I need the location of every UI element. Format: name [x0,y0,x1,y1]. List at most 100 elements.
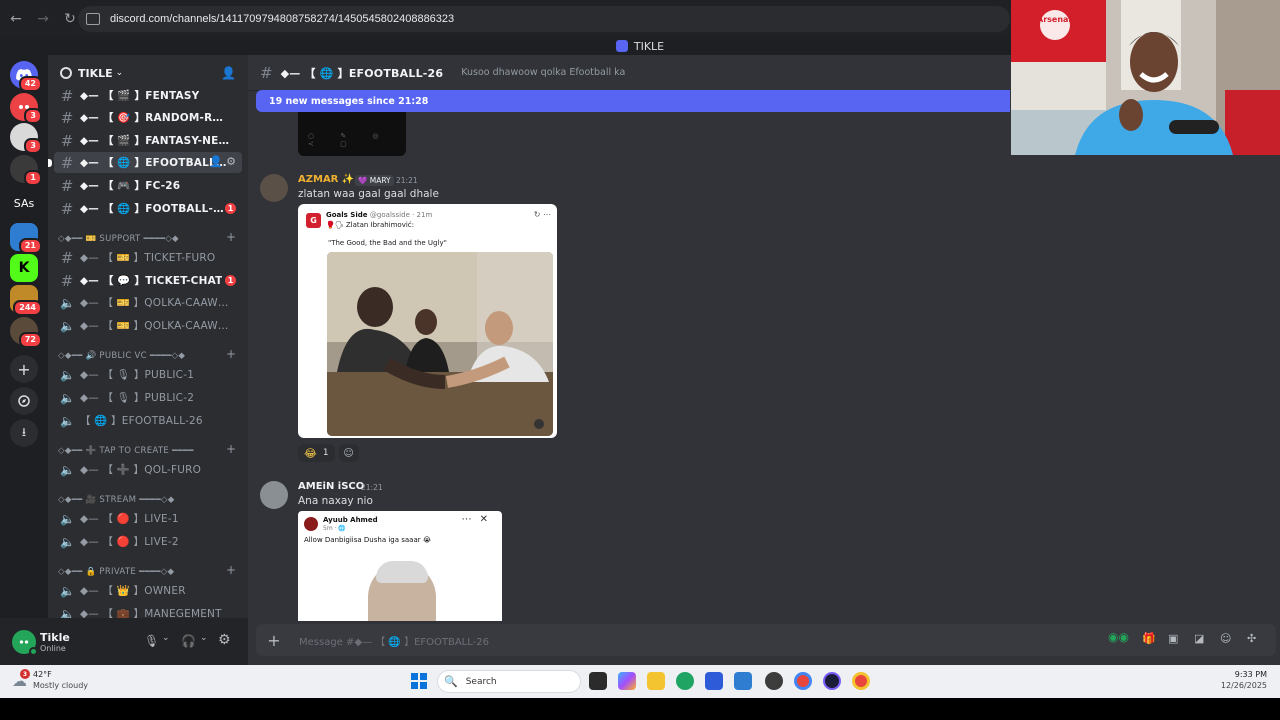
file-explorer-icon[interactable] [647,672,665,690]
chrome-profile-icon[interactable] [852,672,870,690]
emoji-icon[interactable]: ☺ [1220,632,1231,645]
tweet-photo[interactable] [327,252,553,436]
category-private[interactable]: ◇◆━━ 🔒 PRIVATE ━━━━◇◆ + [58,563,244,579]
edge-browser-icon[interactable] [676,672,694,690]
reaction-laugh[interactable]: 😂 1 [298,444,335,462]
server-button[interactable]: 72 [10,317,42,348]
facebook-post-embed[interactable]: Ayuub Ahmed 5m · 🌐 ⋯✕ Allow Danbigiisa D… [298,511,502,621]
server-badge: 42 [18,76,42,92]
category-stream[interactable]: ◇◆━━ 🎥 STREAM ━━━━◇◆ [58,493,244,507]
weather-condition[interactable]: Mostly cloudy [33,681,88,690]
new-messages-banner[interactable]: 19 new messages since 21:28 [256,90,1010,112]
app-icon[interactable] [765,672,783,690]
voice-channel-efootball[interactable]: 🔈 【 🌐 】EFOOTBALL-26 [54,410,242,431]
taskbar-search[interactable]: 🔍 Search [437,670,581,693]
user-info[interactable]: Tikle Online [40,631,70,653]
server-button[interactable]: SAs [10,189,38,217]
server-button[interactable]: 1 [10,155,42,186]
app-launcher-icon[interactable]: ✣ [1247,632,1256,645]
voice-channel-management[interactable]: 🔈 ◆— 【 💼 】MANEGEMENT [54,603,242,619]
invite-people-icon[interactable]: 👤 [221,66,236,80]
channel-ticket-chat[interactable]: # ◆— 【 💬 】TICKET-CHAT 1 [54,270,242,291]
channel-topic[interactable]: Kusoo dhawoow qolka Efootball ka [461,67,625,78]
site-settings-icon[interactable] [86,13,100,25]
voice-channel-qolka-2[interactable]: 🔈 ◆— 【 🎫 】QOLKA-CAAWINT... [54,315,242,336]
more-icon[interactable]: ↻ ⋯ [534,210,551,219]
headphones-icon[interactable]: 🎧 [181,634,196,648]
address-bar[interactable]: discord.com/channels/1411709794808758274… [78,6,1010,32]
back-arrow-icon[interactable]: ← [4,7,28,31]
server-button[interactable]: K [10,254,38,282]
microphone-icon[interactable]: 🎙 [144,634,159,648]
upload-plus-icon[interactable]: + [265,631,283,650]
add-server-button[interactable]: + [10,355,38,383]
channel-fantasy-news[interactable]: # ◆— 【 🎬 】FANTASY-NEWS [54,130,242,151]
message-author[interactable]: AZMAR ✨ [298,174,354,185]
clock-time[interactable]: 9:33 PM [1235,670,1267,679]
close-icon[interactable]: ⋯✕ [462,514,496,525]
add-channel-icon[interactable]: + [226,442,236,456]
weather-temperature[interactable]: 42°F [33,670,52,679]
sticker-icon[interactable]: ◪ [1194,632,1204,645]
voice-channel-owner[interactable]: 🔈 ◆— 【 👑 】OWNER [54,580,242,601]
channel-fantasy[interactable]: # ◆— 【 🎬 】FENTASY [54,85,242,106]
server-folder[interactable]: 244 [10,285,42,316]
previous-embed[interactable]: ○ ✎ ◎ ≺ ▢ [298,112,406,156]
chevron-down-icon[interactable]: ⌄ [162,633,170,643]
hash-icon: # [60,86,74,105]
obs-icon[interactable] [823,672,841,690]
tweet-embed[interactable]: G Goals Side @goalsside · 21m 🥊🗣 Zlatan … [298,204,557,438]
voice-channel-public-2[interactable]: 🔈 ◆— 【 🎙 】PUBLIC-2 [54,387,242,408]
chevron-down-icon[interactable]: ⌄ [200,633,208,643]
voice-channel-qol-furo[interactable]: 🔈 ◆— 【 ➕ 】QOL-FURO [54,459,242,480]
clock-date[interactable]: 12/26/2025 [1221,681,1267,690]
speaker-icon: 🔈 [60,534,75,549]
avatar[interactable] [12,629,38,656]
reaction-count: 1 [322,448,329,458]
server-button[interactable]: 3 [10,123,42,154]
category-public-vc[interactable]: ◇◆━━ 🔊 PUBLIC VC ━━━━◇◆ + [58,347,244,363]
channel-random-reactions[interactable]: # ◆— 【 🎯 】RANDOM-REACTI... [54,107,242,128]
channel-name: ◆— 【 🎬 】FENTASY [80,90,200,102]
channel-ticket-furo[interactable]: # ◆— 【 🎫 】TICKET-FURO [54,247,242,268]
copilot-icon[interactable] [618,672,636,690]
voice-channel-live-1[interactable]: 🔈 ◆— 【 🔴 】LIVE-1 [54,508,242,529]
avatar[interactable] [260,174,288,202]
start-icon[interactable] [410,672,428,690]
channel-efootball-26[interactable]: # ◆— 【 🌐 】EFOOTBALL-26 👤 ⚙ [48,152,242,173]
mention-badge: 1 [225,203,236,214]
gif-icon[interactable]: ▣ [1168,632,1178,645]
voice-channel-qolka-1[interactable]: 🔈 ◆— 【 🎫 】QOLKA-CAAWINT... [54,292,242,313]
channel-football-news[interactable]: # ◆— 【 🌐 】FOOTBALL-NEWS 1 [54,198,242,219]
avatar[interactable] [260,481,288,509]
server-label: K [18,260,30,276]
task-view-icon[interactable] [589,672,607,690]
forward-arrow-icon[interactable]: → [31,7,55,31]
channel-fc-26[interactable]: # ◆— 【 🎮 】FC-26 [54,175,242,196]
add-reaction-icon[interactable]: ☺ [338,444,359,462]
download-apps-button[interactable]: ⭳ [10,419,38,447]
server-button[interactable]: 21 [10,223,42,254]
gear-icon[interactable]: ⚙ [218,632,231,648]
speaker-icon: 🔈 [60,413,75,428]
channel-settings-icon[interactable]: 👤 ⚙ [209,155,236,168]
discover-button[interactable] [10,387,38,415]
chrome-icon[interactable] [794,672,812,690]
windows-logo-icon [411,673,427,689]
mail-icon[interactable] [734,672,752,690]
store-icon[interactable] [705,672,723,690]
role-tag[interactable]: 💜 MARY [355,175,394,186]
category-support[interactable]: ◇◆━━ 🎫 SUPPORT ━━━━◇◆ + [58,230,244,246]
server-button[interactable]: 3 [10,93,42,124]
message-author[interactable]: AMEiN iSCO [298,481,364,492]
gift-icon[interactable]: 🎁 [1142,632,1156,645]
voice-channel-public-1[interactable]: 🔈 ◆— 【 🎙 】PUBLIC-1 [54,364,242,385]
add-channel-icon[interactable]: + [226,230,236,244]
discord-home-button[interactable]: 42 [10,61,42,92]
add-channel-icon[interactable]: + [226,563,236,577]
message-composer[interactable]: + Message #◆— 【 🌐 】EFOOTBALL-26 ◉◉ 🎁 ▣ ◪… [256,624,1276,656]
apps-icon[interactable]: ◉◉ [1108,630,1129,644]
voice-channel-live-2[interactable]: 🔈 ◆— 【 🔴 】LIVE-2 [54,531,242,552]
add-channel-icon[interactable]: + [226,347,236,361]
category-tap-to-create[interactable]: ◇◆━━ ➕ TAP TO CREATE ━━━━ + [58,442,244,458]
